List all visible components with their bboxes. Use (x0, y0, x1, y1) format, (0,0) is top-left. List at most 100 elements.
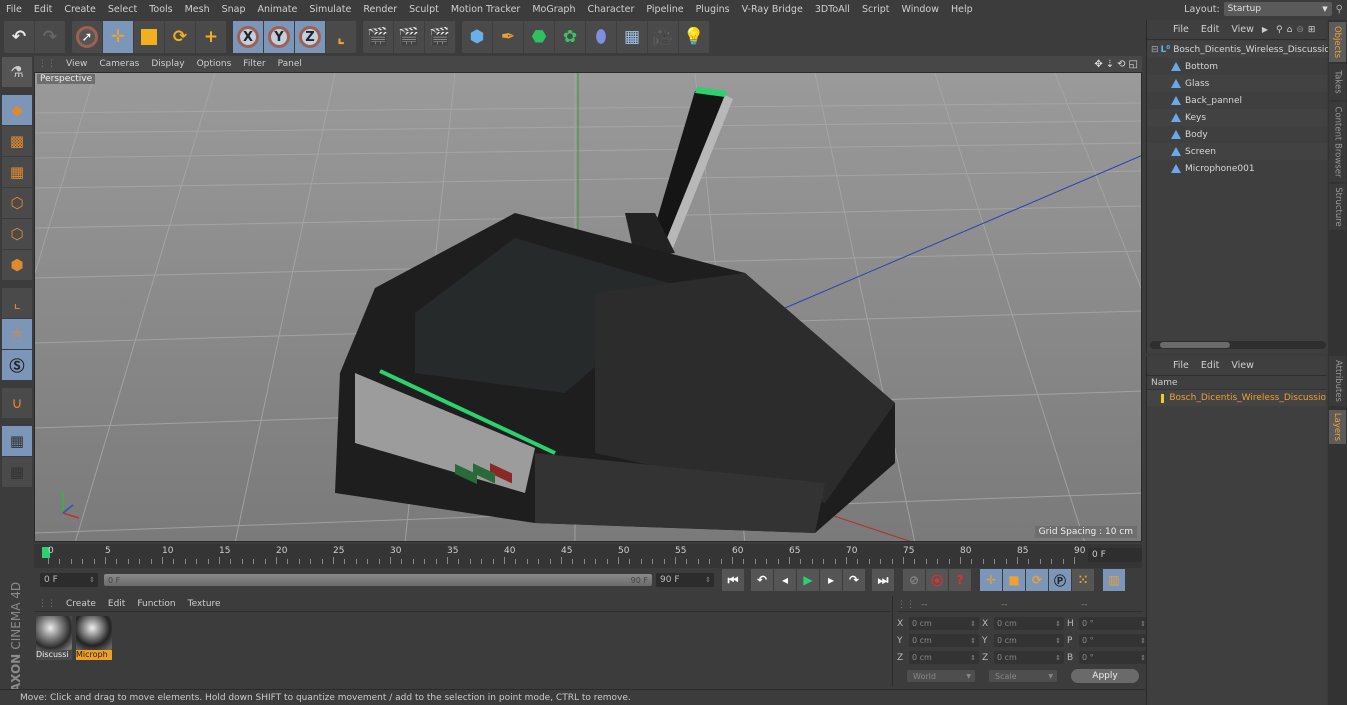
play-button[interactable]: ▶ (797, 569, 819, 591)
timeline-ruler[interactable]: 0 F 0 5 10 15 20 25 30 35 40 45 50 55 60 65 70 75 80 85 90 (34, 544, 1142, 568)
rot-h-field[interactable]: 0 ° ⇕ (1079, 617, 1149, 630)
render-settings-button[interactable]: 🎬 (425, 21, 456, 53)
menu-mesh[interactable]: Mesh (179, 4, 216, 15)
workplane-lock-button[interactable]: ▦ (2, 426, 32, 456)
material-swatch[interactable]: Discussi (36, 616, 72, 662)
key-pla-button[interactable]: ⁙ (1072, 569, 1094, 591)
menu-tools[interactable]: Tools (143, 4, 178, 15)
menu-select[interactable]: Select (102, 4, 143, 15)
menu-mograph[interactable]: MoGraph (526, 4, 581, 15)
texture-mode-button[interactable]: ▩ (2, 126, 32, 156)
points-mode-button[interactable]: ⬡ (2, 188, 32, 218)
expand-icon[interactable]: ⊟ (1151, 45, 1159, 55)
planar-workplane-button[interactable]: ▦ (2, 457, 32, 487)
material-menu-edit[interactable]: Edit (102, 599, 131, 609)
record-button[interactable]: ⦿ (926, 569, 948, 591)
menu-motion-tracker[interactable]: Motion Tracker (445, 4, 527, 15)
scrollbar-thumb[interactable] (1160, 342, 1230, 348)
viewport-menu-display[interactable]: Display (145, 59, 190, 69)
key-position-button[interactable]: ✛ (980, 569, 1002, 591)
snap-button[interactable]: ∪ (2, 388, 32, 418)
object-row[interactable]: Keys (1147, 109, 1327, 126)
pos-y-field[interactable]: 0 cm ⇕ (909, 634, 979, 647)
edges-mode-button[interactable]: ⬡ (2, 219, 32, 249)
menu-plugins[interactable]: Plugins (690, 4, 736, 15)
solo-button[interactable]: Ⓢ (2, 350, 32, 380)
cube-button[interactable]: ⬢ (462, 21, 493, 53)
transform-mode-dropdown[interactable]: Scale ▼ (989, 670, 1057, 682)
pen-button[interactable]: ✒ (493, 21, 524, 53)
tweak-mode-button[interactable]: 🖱 (2, 319, 32, 349)
next-key-button[interactable]: ↷ (843, 569, 865, 591)
tab-structure[interactable]: Structure (1329, 184, 1346, 230)
viewport-menu-view[interactable]: View (60, 59, 93, 69)
menu-3dtoall[interactable]: 3DToAll (809, 4, 856, 15)
layer-color-swatch[interactable] (1161, 393, 1165, 403)
search-icon[interactable]: ⚲ (1276, 25, 1283, 35)
menu-render[interactable]: Render (357, 4, 403, 15)
new-window-icon[interactable]: ⊞ (1308, 25, 1316, 35)
rot-b-field[interactable]: 0 ° ⇕ (1079, 651, 1149, 664)
layout-dropdown[interactable]: Startup ▼ (1223, 2, 1332, 16)
deformer-button[interactable]: ⬮ (586, 21, 617, 53)
menu-snap[interactable]: Snap (216, 4, 252, 15)
apply-button[interactable]: Apply (1071, 669, 1139, 683)
next-frame-button[interactable]: ▸ (820, 569, 842, 591)
material-menu-function[interactable]: Function (131, 599, 181, 609)
motion-path-button[interactable]: ⊘ (903, 569, 925, 591)
polygons-mode-button[interactable]: ⬢ (2, 250, 32, 280)
timeline-button[interactable]: ▥ (1103, 569, 1125, 591)
rotate-tool-button[interactable]: ⟳ (165, 21, 196, 53)
live-selection-button[interactable]: ➚ (72, 21, 103, 53)
dolly-icon[interactable]: ⇣ (1106, 59, 1114, 70)
tab-takes[interactable]: Takes (1329, 64, 1346, 100)
object-root-row[interactable]: ⊟ L⁰ Bosch_Dicentis_Wireless_Discussio (1147, 41, 1330, 58)
tab-attributes[interactable]: Attributes (1329, 356, 1346, 406)
key-rotation-button[interactable]: ⟳ (1026, 569, 1048, 591)
menu-animate[interactable]: Animate (252, 4, 304, 15)
key-scale-button[interactable]: ■ (1003, 569, 1025, 591)
start-frame-field[interactable]: 0 F ⇕ (40, 573, 98, 587)
camera-button[interactable]: 🎥 (648, 21, 679, 53)
size-y-field[interactable]: 0 cm ⇕ (994, 634, 1064, 647)
object-row[interactable]: Screen (1147, 143, 1327, 160)
more-arrow-icon[interactable]: ▶ (1262, 25, 1268, 34)
previous-frame-button[interactable]: ◂ (774, 569, 796, 591)
current-frame-field[interactable]: 0 F (1088, 548, 1142, 562)
orbit-icon[interactable]: ⟲ (1117, 59, 1125, 70)
objects-menu-view[interactable]: View (1225, 24, 1260, 35)
autokey-button[interactable]: ? (949, 569, 971, 591)
viewport-menu-panel[interactable]: Panel (272, 59, 308, 69)
menu-edit[interactable]: Edit (28, 4, 58, 15)
undo-button[interactable]: ↶ (4, 21, 35, 53)
size-z-field[interactable]: 0 cm ⇕ (994, 651, 1064, 664)
layer-row[interactable]: Bosch_Dicentis_Wireless_Discussio (1147, 390, 1326, 406)
pan-icon[interactable]: ✥ (1094, 59, 1102, 70)
rot-p-field[interactable]: 0 ° ⇕ (1079, 634, 1149, 647)
object-row[interactable]: Glass (1147, 75, 1327, 92)
frame-range-slider[interactable]: 0 F 90 F (104, 574, 652, 586)
collapse-icon[interactable]: ⊖ (1296, 25, 1304, 35)
coordinate-space-dropdown[interactable]: World ▼ (907, 670, 975, 682)
menu-create[interactable]: Create (58, 4, 102, 15)
layers-menu-edit[interactable]: Edit (1195, 360, 1225, 371)
move-tool-button[interactable]: ✛ (103, 21, 134, 53)
floor-button[interactable]: ▦ (617, 21, 648, 53)
menu-pipeline[interactable]: Pipeline (640, 4, 689, 15)
menu-sculpt[interactable]: Sculpt (403, 4, 445, 15)
make-editable-button[interactable]: ⚗ (2, 57, 32, 87)
tab-layers[interactable]: Layers (1329, 410, 1346, 444)
render-view-button[interactable]: 🎬 (363, 21, 394, 53)
object-row[interactable]: Body (1147, 126, 1327, 143)
viewport-menu-cameras[interactable]: Cameras (93, 59, 145, 69)
material-swatch-selected[interactable]: Microph (76, 616, 112, 662)
material-menu-texture[interactable]: Texture (182, 599, 227, 609)
maximize-icon[interactable]: ◱ (1129, 59, 1138, 70)
menu-help[interactable]: Help (945, 4, 979, 15)
key-parameter-button[interactable]: Ⓟ (1049, 569, 1071, 591)
tab-content-browser[interactable]: Content Browser (1329, 102, 1346, 182)
material-menu-create[interactable]: Create (60, 599, 102, 609)
x-axis-button[interactable]: X (233, 21, 264, 53)
object-manager-scrollbar[interactable] (1150, 341, 1326, 349)
menu-script[interactable]: Script (856, 4, 896, 15)
